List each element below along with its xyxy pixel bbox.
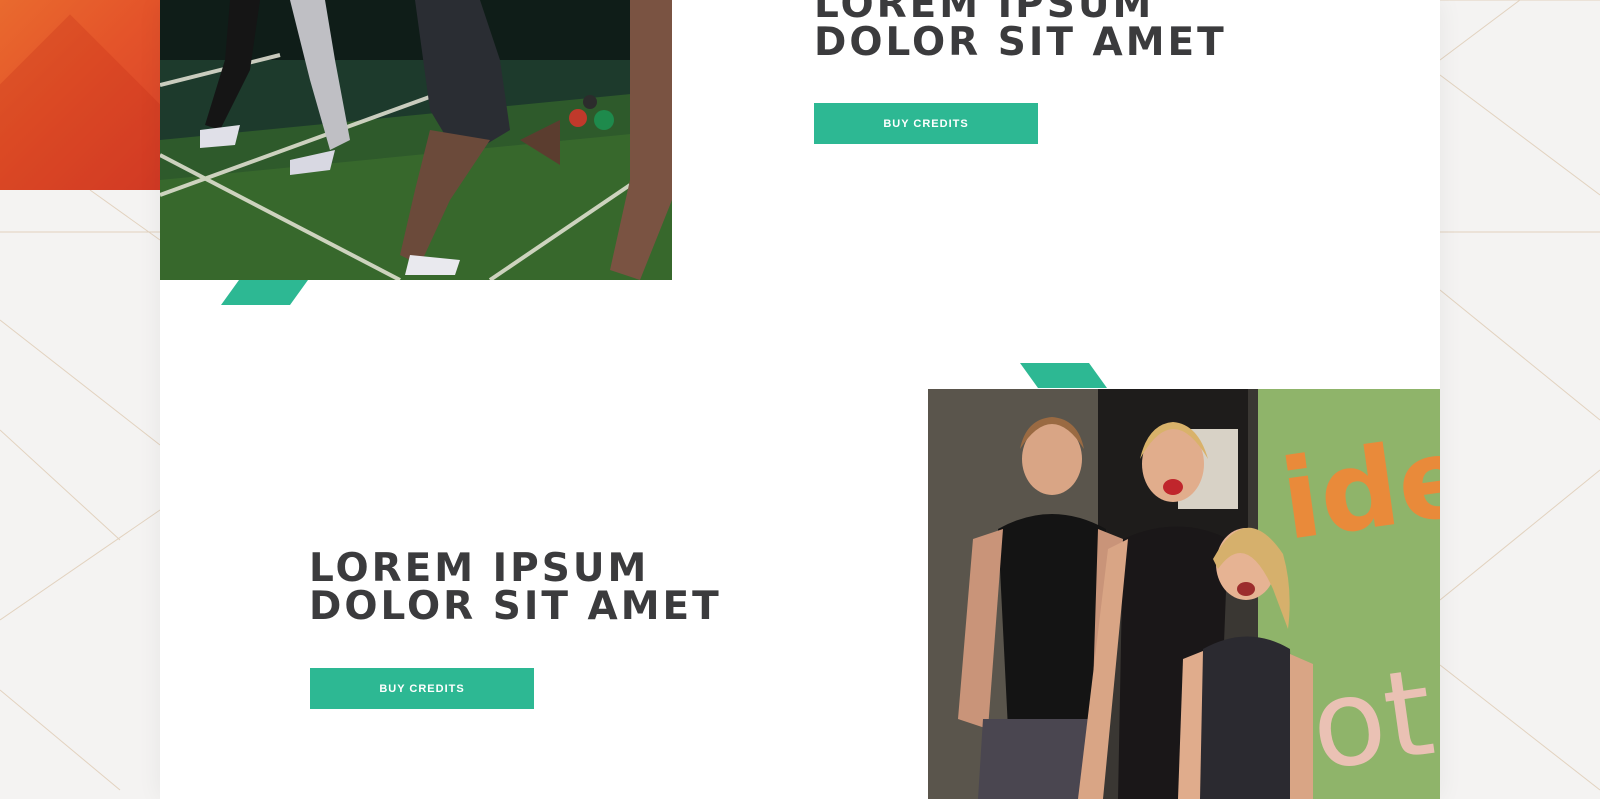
- section-heading: LOREM IPSUM DOLOR SIT AMET: [309, 546, 722, 629]
- content-card: LOREM IPSUM DOLOR SIT AMET BUY CREDITS i…: [160, 0, 1440, 799]
- heading-line: LOREM IPSUM: [309, 546, 650, 591]
- buy-credits-button[interactable]: BUY CREDITS: [814, 103, 1038, 144]
- women-smiling-photo: ide it ot hi: [928, 389, 1440, 799]
- brand-orange-shape: [0, 0, 160, 190]
- accent-stripe: [1020, 363, 1107, 388]
- section-heading: LOREM IPSUM DOLOR SIT AMET: [814, 0, 1227, 62]
- gym-class-photo: [160, 0, 672, 280]
- heading-line: DOLOR SIT AMET: [309, 584, 722, 629]
- heading-line: DOLOR SIT AMET: [814, 20, 1227, 65]
- buy-credits-button[interactable]: BUY CREDITS: [310, 668, 534, 709]
- accent-stripe: [221, 280, 308, 305]
